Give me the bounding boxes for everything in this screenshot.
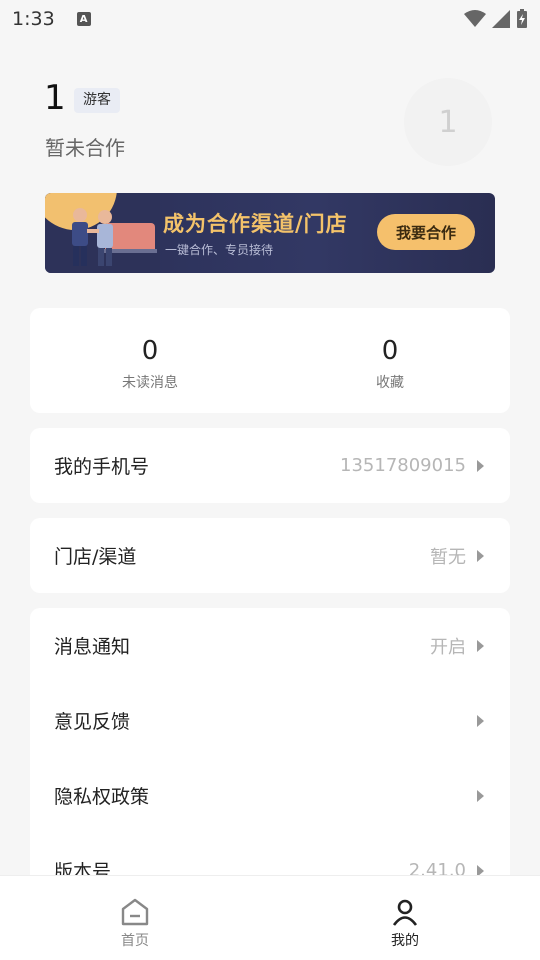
settings-item-feedback[interactable]: 意见反馈 <box>30 683 510 758</box>
row-label: 门店/渠道 <box>54 546 137 568</box>
tab-mine[interactable]: 我的 <box>270 876 540 960</box>
banner-subtitle: 一键合作、专员接待 <box>165 243 274 257</box>
store-card: 门店/渠道 暂无 <box>30 518 510 593</box>
chevron-right-icon <box>477 549 484 562</box>
phone-number: 13517809015 <box>340 455 466 476</box>
battery-icon <box>517 9 527 28</box>
cooperation-status: 暂未合作 <box>45 136 125 160</box>
tab-label: 首页 <box>121 933 149 949</box>
chevron-right-icon <box>477 789 484 802</box>
stat-value: 0 <box>381 336 399 366</box>
tab-label: 我的 <box>391 933 419 949</box>
stats-card: 0 未读消息 0 收藏 <box>30 308 510 413</box>
store-row[interactable]: 门店/渠道 暂无 <box>30 518 510 593</box>
avatar[interactable]: 1 <box>404 78 492 166</box>
keyboard-indicator-icon: A <box>76 12 91 26</box>
chevron-right-icon <box>477 714 484 727</box>
status-icons <box>464 9 528 29</box>
row-label: 消息通知 <box>54 636 131 658</box>
avatar-text: 1 <box>438 104 458 140</box>
settings-item-privacy[interactable]: 隐私权政策 <box>30 758 510 833</box>
settings-item-notifications[interactable]: 消息通知 开启 <box>30 608 510 683</box>
row-label: 隐私权政策 <box>54 786 150 808</box>
stat-label: 收藏 <box>376 375 404 391</box>
cooperation-banner[interactable]: 成为合作渠道/门店 一键合作、专员接待 我要合作 <box>45 193 495 273</box>
stat-value: 0 <box>141 336 159 366</box>
row-value: 开启 <box>430 636 466 658</box>
tab-home[interactable]: 首页 <box>0 876 270 960</box>
bottom-tab-bar: 首页 我的 <box>0 875 540 960</box>
guest-badge: 游客 <box>74 88 120 113</box>
user-icon <box>392 899 418 926</box>
status-time: 1:33 <box>12 8 55 30</box>
user-id: 1 <box>44 78 66 118</box>
wifi-icon <box>464 10 486 27</box>
banner-title: 成为合作渠道/门店 <box>163 212 348 236</box>
stat-favorites[interactable]: 0 收藏 <box>270 308 510 413</box>
stat-unread-messages[interactable]: 0 未读消息 <box>30 308 270 413</box>
chevron-right-icon <box>477 639 484 652</box>
row-label: 意见反馈 <box>54 711 131 733</box>
row-label: 我的手机号 <box>54 456 150 478</box>
chevron-right-icon <box>477 459 484 472</box>
signal-icon <box>492 10 510 28</box>
status-bar: 1:33 A <box>0 0 540 38</box>
home-icon <box>121 898 149 926</box>
store-value: 暂无 <box>430 546 466 568</box>
stat-label: 未读消息 <box>122 375 178 391</box>
phone-card: 我的手机号 13517809015 <box>30 428 510 503</box>
phone-row[interactable]: 我的手机号 13517809015 <box>30 428 510 503</box>
profile-header: 1 游客 暂未合作 1 <box>44 78 504 168</box>
cooperate-button[interactable]: 我要合作 <box>377 214 475 250</box>
handshake-illustration-icon <box>45 193 160 273</box>
